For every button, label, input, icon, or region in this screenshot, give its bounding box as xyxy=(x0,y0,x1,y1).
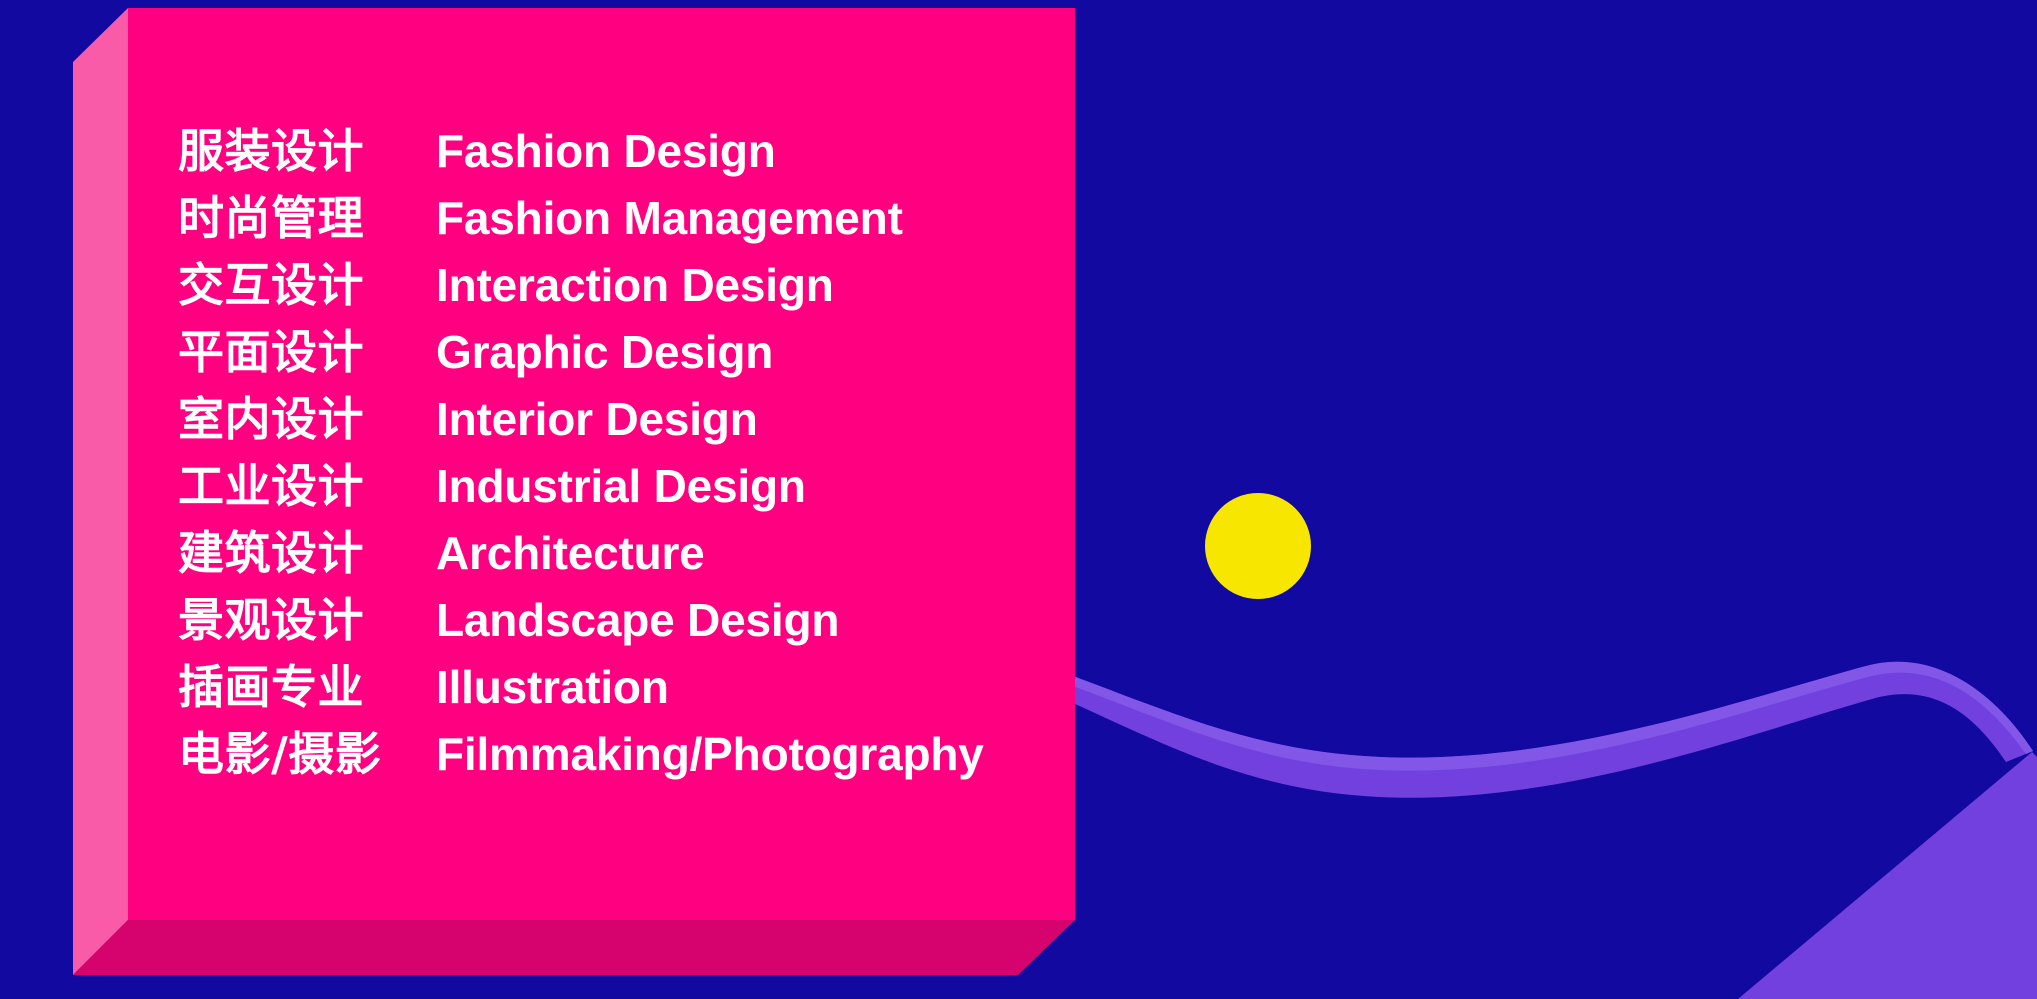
major-name-cn: 插画专业 xyxy=(178,660,364,714)
major-name-cn: 平面设计 xyxy=(178,325,364,379)
major-row: 时尚管理 Fashion Management xyxy=(178,195,1058,262)
major-name-en: Graphic Design xyxy=(436,326,774,378)
majors-list: 服装设计 Fashion Design 时尚管理 Fashion Managem… xyxy=(178,128,1058,798)
major-name-cn: 电影/摄影 xyxy=(178,727,382,781)
major-name-en: Fashion Management xyxy=(436,192,903,244)
major-name-cn: 时尚管理 xyxy=(178,191,364,245)
major-row: 服装设计 Fashion Design xyxy=(178,128,1058,195)
major-name-en: Industrial Design xyxy=(436,460,806,512)
major-name-cn: 服装设计 xyxy=(178,124,364,178)
major-name-en: Fashion Design xyxy=(436,125,776,177)
major-name-cn: 工业设计 xyxy=(178,459,364,513)
major-name-en: Illustration xyxy=(436,661,669,713)
major-name-en: Filmmaking/Photography xyxy=(436,728,984,780)
card-left-face xyxy=(73,8,128,975)
major-row: 室内设计 Interior Design xyxy=(178,396,1058,463)
major-name-cn: 交互设计 xyxy=(178,258,364,312)
major-row: 工业设计 Industrial Design xyxy=(178,463,1058,530)
major-row: 插画专业 Illustration xyxy=(178,664,1058,731)
major-row: 交互设计 Interaction Design xyxy=(178,262,1058,329)
majors-card: 服装设计 Fashion Design 时尚管理 Fashion Managem… xyxy=(0,0,1120,999)
major-name-en: Interior Design xyxy=(436,393,758,445)
major-name-en: Landscape Design xyxy=(436,594,840,646)
major-name-cn: 景观设计 xyxy=(178,593,364,647)
major-row: 景观设计 Landscape Design xyxy=(178,597,1058,664)
major-name-cn: 建筑设计 xyxy=(178,526,364,580)
yellow-circle xyxy=(1205,493,1311,599)
poster-canvas: 服装设计 Fashion Design 时尚管理 Fashion Managem… xyxy=(0,0,2037,999)
major-name-en: Architecture xyxy=(436,527,705,579)
major-name-en: Interaction Design xyxy=(436,259,834,311)
major-name-cn: 室内设计 xyxy=(178,392,364,446)
card-bottom-face xyxy=(73,920,1075,975)
major-row: 建筑设计 Architecture xyxy=(178,530,1058,597)
major-row: 平面设计 Graphic Design xyxy=(178,329,1058,396)
major-row: 电影/摄影 Filmmaking/Photography xyxy=(178,731,1058,798)
